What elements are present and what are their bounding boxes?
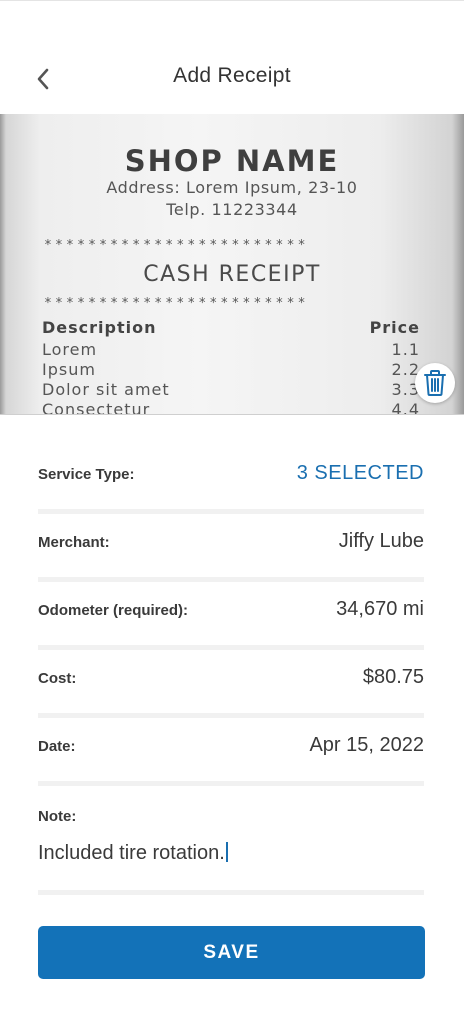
receipt-item: Dolor sit amet 3.3 — [42, 380, 420, 400]
save-button[interactable]: SAVE — [38, 926, 425, 979]
receipt-shop-name: SHOP NAME — [124, 144, 340, 178]
note-text: Included tire rotation. — [38, 842, 225, 864]
receipt-description-header: Description — [42, 318, 157, 337]
receipt-item-name: Lorem — [42, 340, 98, 359]
receipt-item-name: Ipsum — [42, 360, 96, 379]
page-title: Add Receipt — [173, 64, 291, 87]
divider — [38, 781, 424, 786]
receipt-item-name: Consectetur — [42, 400, 151, 415]
receipt-title: CASH RECEIPT — [143, 262, 321, 287]
odometer-label: Odometer (required): — [38, 602, 189, 619]
odometer-field[interactable]: 34,670 mi — [336, 598, 424, 621]
date-label: Date: — [38, 738, 76, 755]
receipt-item-price: 4.4 — [391, 400, 420, 415]
note-row[interactable]: Note: Included tire rotation. — [38, 800, 424, 895]
app-header: Add Receipt — [0, 40, 464, 114]
receipt-item-price: 1.1 — [391, 340, 420, 359]
receipt-address: Address: Lorem Ipsum, 23-10 — [106, 178, 358, 197]
receipt-item: Consectetur 4.4 — [42, 400, 420, 415]
text-cursor — [225, 842, 228, 862]
cost-field[interactable]: $80.75 — [363, 666, 424, 689]
service-type-row[interactable]: Service Type: 3 SELECTED — [38, 446, 424, 514]
merchant-row[interactable]: Merchant: Jiffy Lube — [38, 514, 424, 582]
merchant-field[interactable]: Jiffy Lube — [339, 530, 424, 553]
receipt-telp: Telp. 11223344 — [166, 200, 298, 219]
trash-icon — [424, 370, 446, 396]
odometer-row[interactable]: Odometer (required): 34,670 mi — [38, 582, 424, 650]
merchant-label: Merchant: — [38, 534, 110, 551]
service-type-selector[interactable]: 3 SELECTED — [297, 462, 424, 485]
cost-label: Cost: — [38, 670, 77, 687]
note-label: Note: — [38, 808, 77, 825]
status-bar-divider — [0, 0, 464, 1]
receipt-item-name: Dolor sit amet — [42, 380, 170, 399]
receipt-image: SHOP NAME Address: Lorem Ipsum, 23-10 Te… — [0, 114, 464, 415]
note-field[interactable]: Included tire rotation. — [38, 842, 228, 865]
receipt-stars-top: ************************ — [44, 238, 309, 253]
date-field[interactable]: Apr 15, 2022 — [309, 734, 424, 757]
receipt-price-header: Price — [369, 318, 420, 337]
service-type-label: Service Type: — [38, 466, 135, 483]
cost-row[interactable]: Cost: $80.75 — [38, 650, 424, 718]
date-row[interactable]: Date: Apr 15, 2022 — [38, 718, 424, 786]
receipt-item: Ipsum 2.2 — [42, 360, 420, 380]
receipt-stars-bottom: ************************ — [44, 296, 309, 311]
receipt-item: Lorem 1.1 — [42, 340, 420, 360]
delete-receipt-button[interactable] — [415, 363, 455, 403]
divider — [38, 890, 424, 895]
